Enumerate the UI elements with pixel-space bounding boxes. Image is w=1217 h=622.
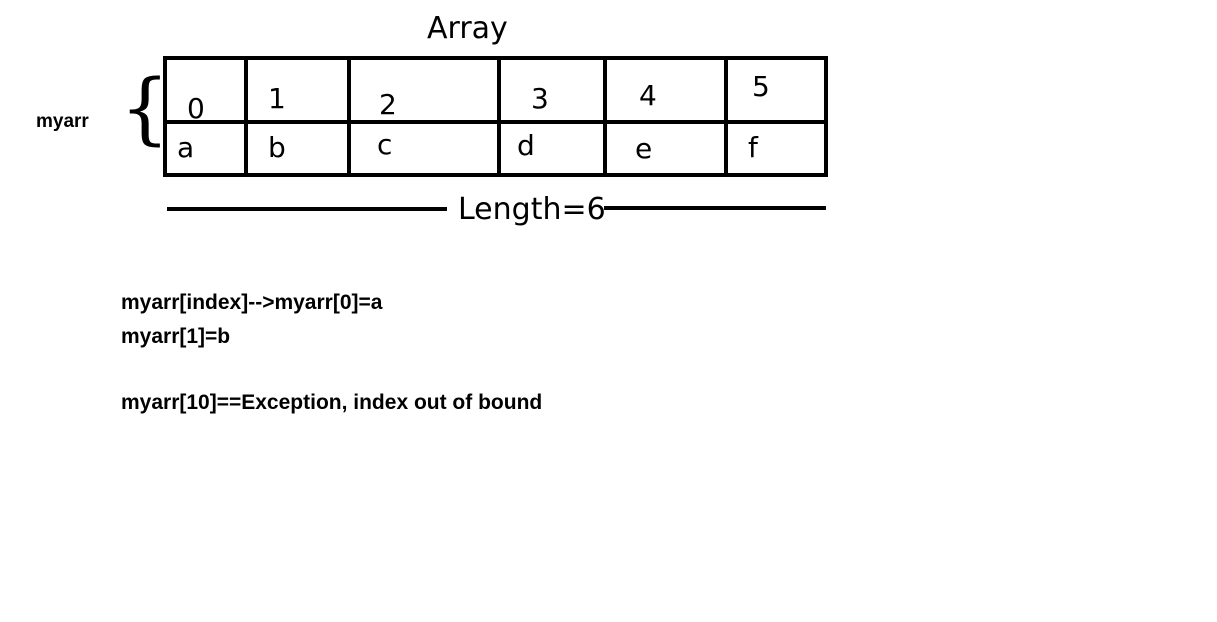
cell-value-1: b (268, 131, 286, 164)
note-second-element: myarr[1]=b (121, 325, 231, 348)
cell-value-2: c (377, 128, 392, 161)
length-line-right (604, 206, 826, 210)
cell-value-5: f (748, 131, 759, 164)
cell-index-5: 5 (752, 70, 770, 103)
cell-index-3: 3 (531, 82, 549, 115)
length-label: Length=6 (458, 192, 606, 227)
cell-index-4: 4 (639, 79, 657, 112)
note-index-access: myarr[index]-->myarr[0]=a (121, 291, 383, 314)
length-line-left (167, 207, 447, 211)
cell-value-4: e (635, 132, 652, 165)
note-out-of-bound: myarr[10]==Exception, index out of bound (121, 391, 543, 414)
cell-texts: 0 a 1 b 2 c 3 d 4 e 5 f (177, 70, 770, 165)
grid-lines (163, 56, 828, 177)
cell-index-1: 1 (268, 82, 286, 115)
cell-index-0: 0 (187, 92, 205, 125)
cell-value-3: d (517, 129, 535, 162)
array-diagram: Array myarr { 0a1b2c3d4e5f Length=6 myar… (0, 0, 1217, 622)
cell-index-2: 2 (379, 88, 397, 121)
cell-value-0: a (177, 131, 194, 164)
